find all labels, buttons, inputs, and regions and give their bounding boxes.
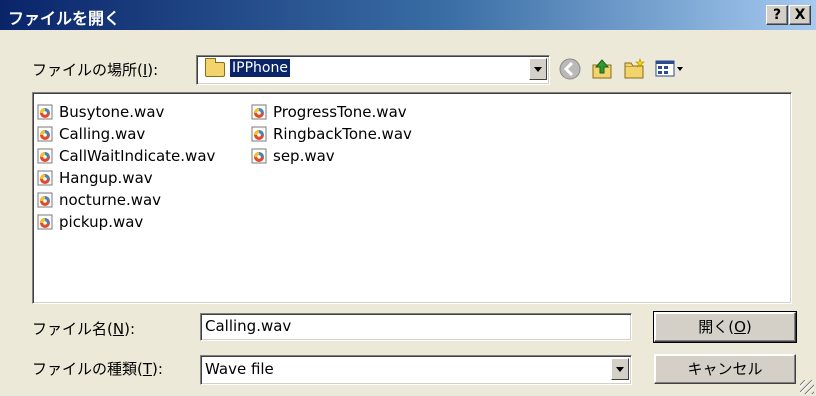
filename-label: ファイル名(N): bbox=[32, 320, 135, 338]
view-menu-icon[interactable] bbox=[654, 57, 686, 81]
file-name: sep.wav bbox=[273, 147, 335, 165]
file-name: Hangup.wav bbox=[59, 169, 153, 187]
filetype-label: ファイルの種類(T): bbox=[32, 360, 163, 378]
new-folder-icon[interactable] bbox=[622, 57, 646, 81]
file-name: nocturne.wav bbox=[59, 191, 162, 209]
file-item[interactable]: Calling.wav bbox=[37, 123, 145, 145]
file-name: Busytone.wav bbox=[59, 103, 165, 121]
location-folder-name: IPPhone bbox=[229, 58, 291, 78]
location-dropdown-arrow[interactable] bbox=[529, 58, 547, 80]
file-item[interactable]: RingbackTone.wav bbox=[251, 123, 412, 145]
file-item[interactable]: Hangup.wav bbox=[37, 167, 153, 189]
file-name: RingbackTone.wav bbox=[273, 125, 412, 143]
filetype-dropdown-arrow[interactable] bbox=[611, 358, 629, 380]
resize-grip[interactable] bbox=[800, 380, 814, 394]
file-name: pickup.wav bbox=[59, 213, 144, 231]
filetype-value: Wave file bbox=[205, 360, 274, 378]
file-name: CallWaitIndicate.wav bbox=[59, 147, 216, 165]
filename-input[interactable]: Calling.wav bbox=[200, 313, 632, 341]
folder-icon bbox=[205, 58, 225, 77]
close-button[interactable]: X bbox=[789, 5, 811, 25]
file-item[interactable]: CallWaitIndicate.wav bbox=[37, 145, 215, 167]
file-item[interactable]: sep.wav bbox=[251, 145, 335, 167]
wav-file-icon bbox=[251, 148, 267, 164]
wav-file-icon bbox=[37, 148, 53, 164]
wav-file-icon bbox=[251, 126, 267, 142]
file-list[interactable]: Busytone.wav Calling.wav CallWaitIndicate.… bbox=[32, 92, 792, 304]
file-item[interactable]: pickup.wav bbox=[37, 211, 143, 233]
up-folder-icon[interactable] bbox=[590, 57, 614, 81]
title-bar: ファイルを開く ? X bbox=[0, 0, 816, 30]
window-title: ファイルを開く bbox=[8, 9, 121, 28]
cancel-button[interactable]: キャンセル bbox=[654, 354, 796, 384]
file-item[interactable]: ProgressTone.wav bbox=[251, 101, 407, 123]
help-button[interactable]: ? bbox=[766, 5, 788, 25]
wav-file-icon bbox=[37, 214, 53, 230]
file-name: ProgressTone.wav bbox=[273, 103, 407, 121]
wav-file-icon bbox=[251, 104, 267, 120]
filetype-combo[interactable]: Wave file bbox=[200, 355, 632, 385]
wav-file-icon bbox=[37, 170, 53, 186]
wav-file-icon bbox=[37, 126, 53, 142]
wav-file-icon bbox=[37, 192, 53, 208]
back-icon[interactable] bbox=[558, 57, 582, 81]
open-button[interactable]: 開く(O) bbox=[653, 311, 797, 343]
file-item[interactable]: Busytone.wav bbox=[37, 101, 164, 123]
file-item[interactable]: nocturne.wav bbox=[37, 189, 161, 211]
location-label: ファイルの場所(I): bbox=[32, 61, 159, 79]
filename-value: Calling.wav bbox=[205, 317, 292, 335]
file-name: Calling.wav bbox=[59, 125, 146, 143]
location-combo[interactable]: IPPhone bbox=[196, 55, 550, 85]
wav-file-icon bbox=[37, 104, 53, 120]
